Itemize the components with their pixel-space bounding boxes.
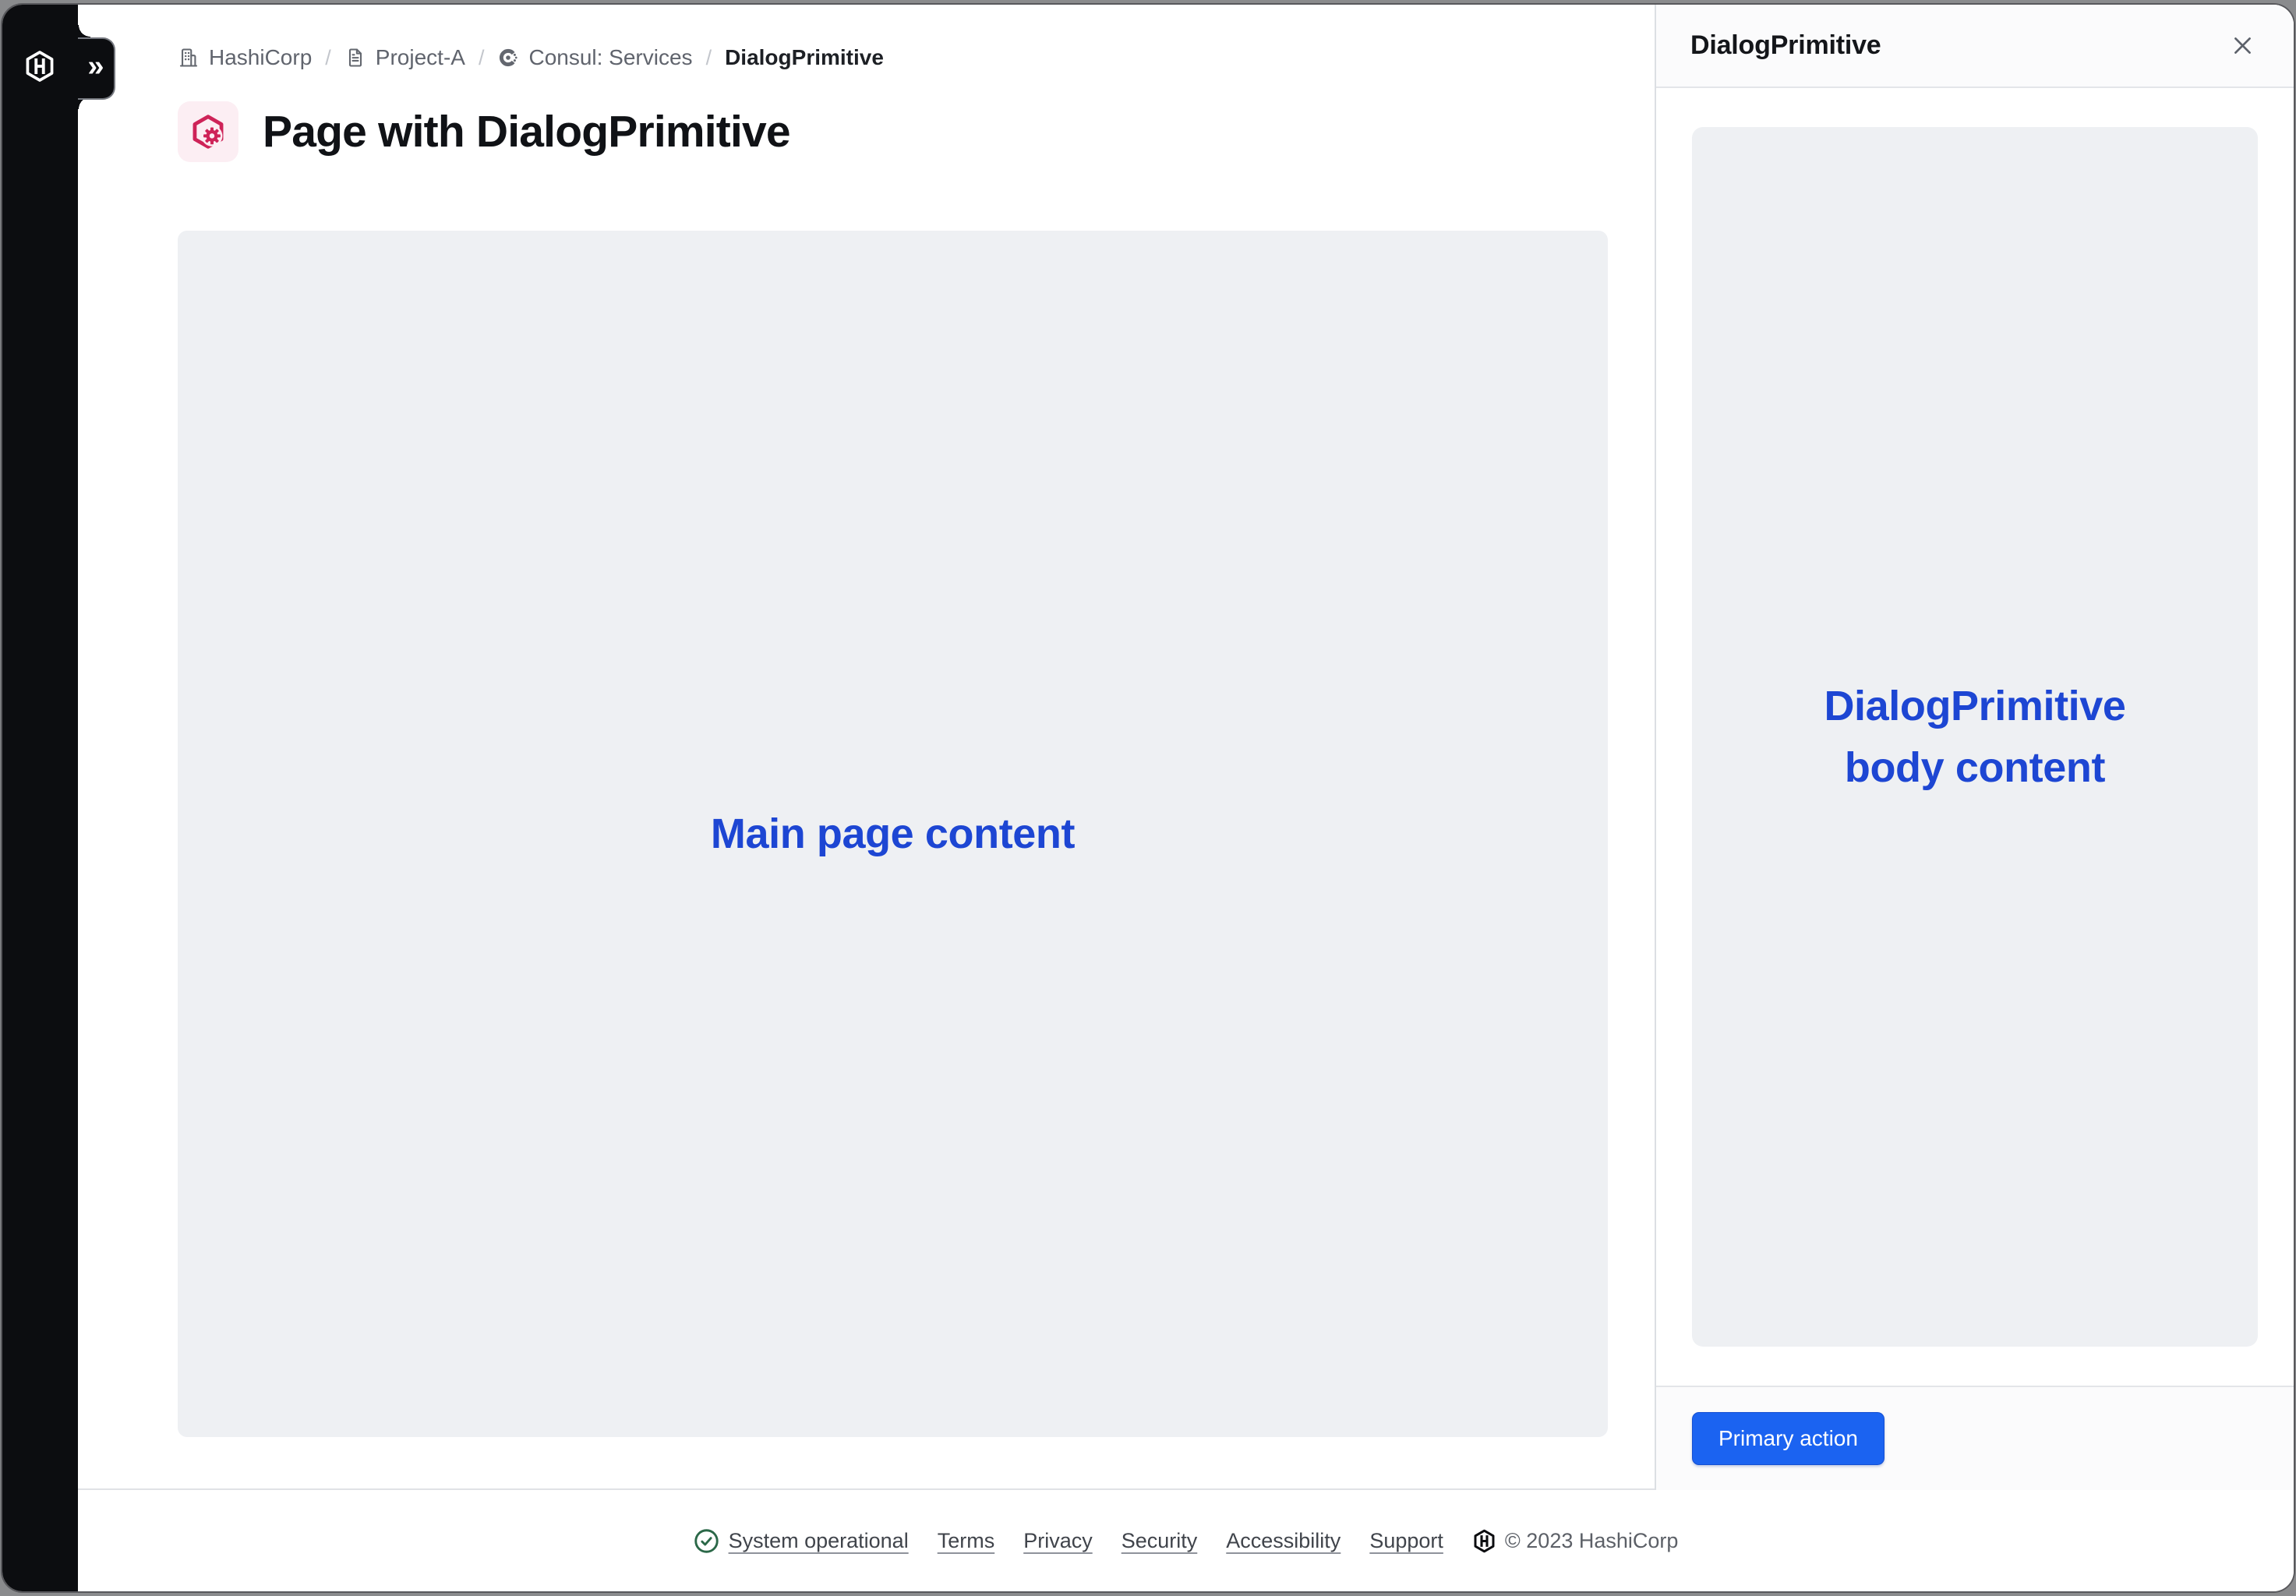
dialog-header: DialogPrimitive (1656, 5, 2294, 88)
sidebar-collapsed (2, 5, 78, 1591)
breadcrumb-label: Consul: Services (528, 45, 692, 70)
sidebar-tab-notch (78, 25, 90, 37)
breadcrumb-item-current: DialogPrimitive (725, 45, 884, 70)
breadcrumb-label: Project-A (376, 45, 465, 70)
breadcrumb-separator: / (706, 46, 712, 70)
footer-link-support[interactable]: Support (1369, 1529, 1443, 1553)
main-content-area: HashiCorp / Project-A / (78, 5, 1656, 1490)
dialog-placeholder-line: body content (1824, 737, 2125, 798)
footer-link-terms[interactable]: Terms (938, 1529, 995, 1553)
breadcrumb-label: HashiCorp (209, 45, 312, 70)
dialog-placeholder-text: DialogPrimitive body content (1824, 676, 2125, 798)
app-footer: System operational Terms Privacy Securit… (78, 1488, 2294, 1591)
footer-link-privacy[interactable]: Privacy (1023, 1529, 1093, 1553)
hexagon-gear-icon (190, 114, 226, 150)
consul-icon (497, 47, 519, 69)
check-circle-icon (694, 1528, 719, 1554)
dialog-body-placeholder: DialogPrimitive body content (1692, 127, 2258, 1347)
dialog-placeholder-line: DialogPrimitive (1824, 676, 2125, 736)
hashicorp-logo[interactable] (23, 50, 56, 83)
breadcrumb-separator: / (325, 46, 331, 70)
main-placeholder-text: Main page content (711, 803, 1075, 864)
system-status-link[interactable]: System operational (694, 1528, 909, 1554)
file-document-icon (344, 47, 366, 69)
breadcrumb-label: DialogPrimitive (725, 45, 884, 70)
close-button[interactable] (2225, 29, 2259, 63)
breadcrumb-item-consul-services[interactable]: Consul: Services (497, 45, 692, 70)
page-title: Page with DialogPrimitive (263, 106, 790, 157)
dialog-footer: Primary action (1656, 1386, 2294, 1490)
footer-link-accessibility[interactable]: Accessibility (1226, 1529, 1341, 1553)
hashicorp-logo (1472, 1529, 1496, 1553)
dialog-title: DialogPrimitive (1690, 30, 1881, 61)
breadcrumb-separator: / (479, 46, 485, 70)
page-header: Page with DialogPrimitive (178, 101, 1606, 162)
main-content-placeholder: Main page content (178, 231, 1608, 1437)
breadcrumb-item-hashicorp[interactable]: HashiCorp (178, 45, 312, 70)
copyright-text: © 2023 HashiCorp (1505, 1529, 1679, 1553)
dialog-primitive-panel: DialogPrimitive DialogPrimitive body con… (1655, 5, 2294, 1490)
breadcrumb-item-project[interactable]: Project-A (344, 45, 465, 70)
footer-brand: © 2023 HashiCorp (1472, 1529, 1679, 1553)
status-label: System operational (729, 1529, 909, 1553)
breadcrumb: HashiCorp / Project-A / (178, 45, 1606, 70)
app-window: » (2, 5, 2294, 1591)
close-icon (2231, 34, 2255, 58)
sidebar-expand-button[interactable]: » (78, 37, 115, 100)
primary-action-button[interactable]: Primary action (1692, 1412, 1884, 1465)
page-title-tile (178, 101, 238, 162)
double-chevron-right-icon: » (87, 51, 104, 86)
footer-link-security[interactable]: Security (1122, 1529, 1198, 1553)
org-building-icon (178, 47, 200, 69)
dialog-body: DialogPrimitive body content (1656, 88, 2294, 1386)
